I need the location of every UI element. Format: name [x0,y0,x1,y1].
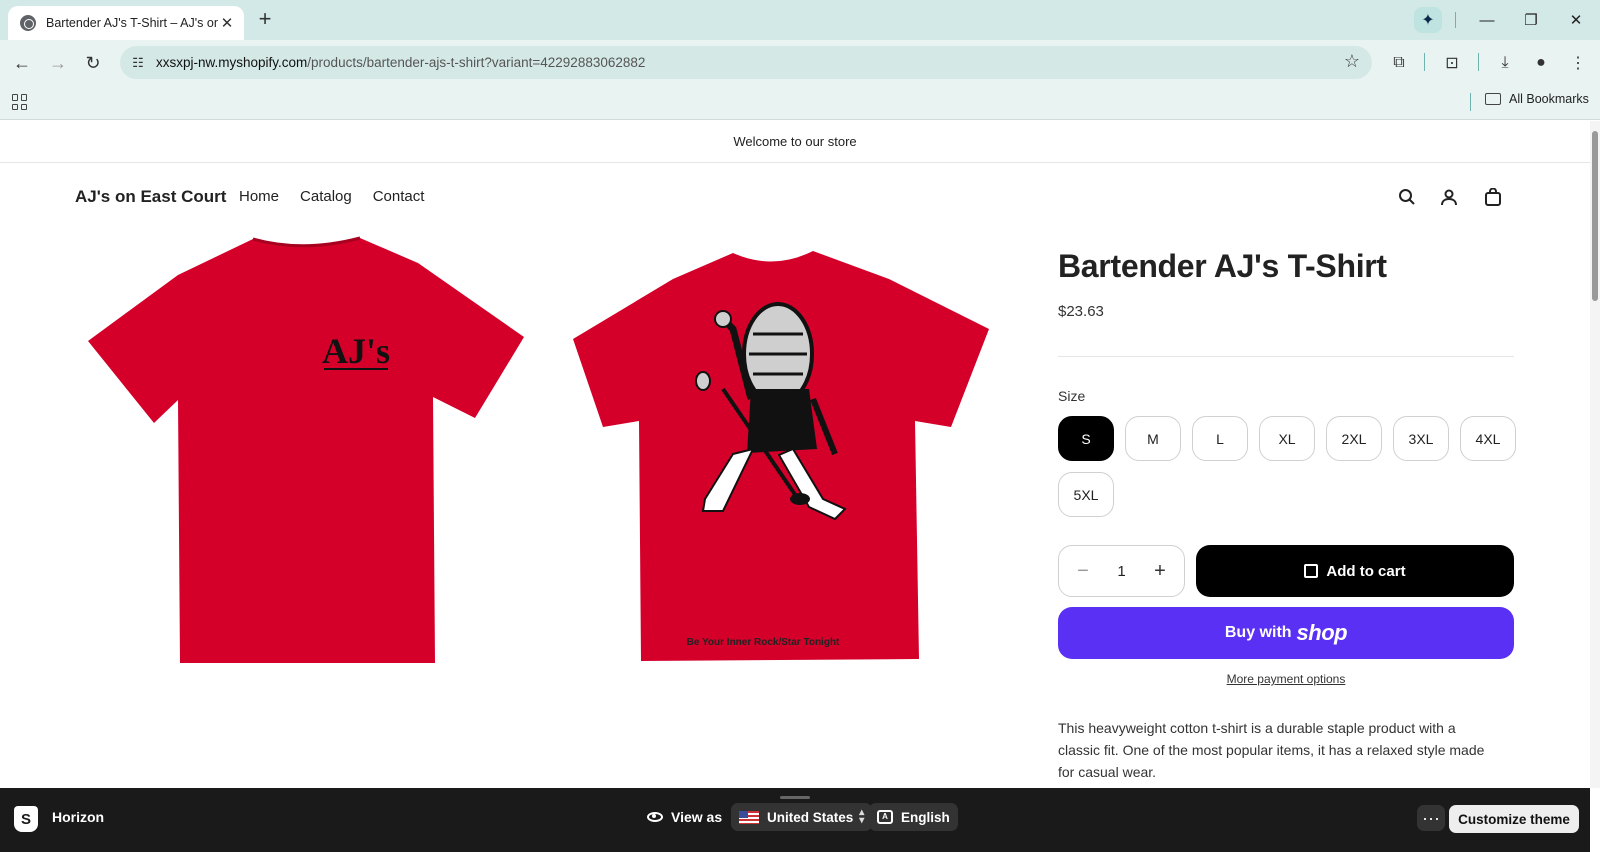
size-option-l[interactable]: L [1192,416,1248,461]
globe-icon [20,15,36,31]
divider [1455,12,1456,28]
search-icon[interactable] [1394,184,1420,210]
product-title: Bartender AJ's T-Shirt [1058,248,1387,284]
product-price: $23.63 [1058,303,1104,320]
language-label: English [901,809,950,825]
main-nav: Home Catalog Contact [239,188,424,205]
site-info-icon[interactable]: ☷ [126,51,150,75]
quantity-increase-button[interactable]: + [1150,560,1170,583]
more-payment-options-link[interactable]: More payment options [1058,672,1514,686]
drag-handle[interactable] [780,796,810,799]
buy-with-shop-button[interactable]: Buy with shop [1058,607,1514,659]
nav-catalog[interactable]: Catalog [300,188,352,205]
back-icon[interactable]: ← [10,51,34,75]
url-host: xxsxpj-nw.myshopify.com [156,55,308,70]
profile-avatar[interactable]: ● [1528,51,1554,75]
all-bookmarks-button[interactable]: All Bookmarks [1485,92,1589,106]
product-image-front[interactable]: AJ's [88,235,524,670]
restore-icon[interactable]: ❐ [1519,8,1543,32]
announcement-bar: Welcome to our store [0,121,1590,163]
bag-plus-icon [1304,564,1319,578]
view-as-label: View as [647,809,722,825]
product-image-back[interactable]: Be Your Inner Rock/Star Tonight [573,249,991,674]
size-label: Size [1058,388,1086,404]
cart-icon[interactable] [1480,184,1506,210]
size-option-3xl[interactable]: 3XL [1393,416,1449,461]
nav-contact[interactable]: Contact [373,188,425,205]
back-print-text: Be Your Inner Rock/Star Tonight [687,637,840,648]
more-payment-options-label: More payment options [1226,672,1346,686]
folder-icon [1485,93,1501,105]
reload-icon[interactable]: ↻ [81,51,105,75]
divider [1478,53,1479,71]
bookmarks-bar: All Bookmarks [0,86,1600,120]
tab-title: Bartender AJ's T-Shirt – AJ's on [46,16,218,30]
close-window-icon[interactable]: ✕ [1564,8,1588,32]
add-to-cart-label: Add to cart [1326,562,1406,580]
theme-name: Horizon [52,809,105,825]
country-label: United States [767,809,854,825]
view-as-text: View as [671,809,723,825]
shop-logo: shop [1296,620,1348,645]
browser-tab-active[interactable]: Bartender AJ's T-Shirt – AJ's on ✕ [8,6,244,40]
new-tab-button[interactable]: + [254,8,276,31]
apps-grid-icon[interactable] [12,94,28,110]
browser-toolbar: ← → ↻ ☷ xxsxpj-nw.myshopify.com/products… [0,40,1600,86]
more-options-button[interactable]: ··· [1417,805,1445,831]
all-bookmarks-label: All Bookmarks [1509,92,1589,106]
url-text[interactable]: xxsxpj-nw.myshopify.com/products/bartend… [156,55,645,70]
quantity-stepper: − 1 + [1058,545,1185,597]
buy-with-label: Buy with [1224,624,1292,641]
browser-tab-strip: Bartender AJ's T-Shirt – AJ's on ✕ + ✦ —… [0,0,1600,40]
size-option-xl[interactable]: XL [1259,416,1315,461]
customize-theme-label: Customize theme [1458,811,1570,827]
size-option-m[interactable]: M [1125,416,1181,461]
divider [1058,356,1514,357]
us-flag-icon [739,810,759,824]
menu-kebab-icon[interactable]: ⋮ [1565,51,1591,75]
store-brand[interactable]: AJ's on East Court [75,187,226,207]
url-path: /products/bartender-ajs-t-shirt?variant=… [307,55,646,70]
divider [1470,93,1471,111]
forward-icon[interactable]: → [46,51,70,75]
download-icon[interactable]: ⤓ [1492,51,1518,75]
chevron-updown-icon: ▴ ▾ [859,807,865,826]
size-option-4xl[interactable]: 4XL [1460,416,1516,461]
store-page: Welcome to our store AJ's on East Court … [0,121,1590,788]
gemini-icon[interactable]: ✦ [1414,7,1442,33]
quantity-value[interactable]: 1 [1117,563,1125,580]
divider [1424,53,1425,71]
bookmark-star-icon[interactable]: ☆ [1344,51,1360,72]
language-selector[interactable]: A English [869,803,958,831]
cast-search-icon[interactable]: ⊡ [1439,51,1465,75]
size-option-2xl[interactable]: 2XL [1326,416,1382,461]
announcement-text: Welcome to our store [733,134,857,149]
size-option-s[interactable]: S [1058,416,1114,461]
address-bar[interactable]: ☷ xxsxpj-nw.myshopify.com/products/barte… [120,46,1372,79]
size-option-5xl[interactable]: 5XL [1058,472,1114,517]
minimize-icon[interactable]: — [1475,8,1499,32]
front-print-text: AJ's [322,331,390,371]
scrollbar-thumb[interactable] [1592,131,1598,301]
close-tab-icon[interactable]: ✕ [218,14,236,32]
page-scrollbar[interactable] [1590,121,1600,788]
quantity-decrease-button[interactable]: − [1073,560,1093,583]
shopify-logo-icon: S [14,806,38,832]
add-to-cart-button[interactable]: Add to cart [1196,545,1514,597]
extensions-icon[interactable]: ⧉ [1386,51,1412,75]
shirt-front-shape [88,238,524,663]
translate-icon: A [877,810,893,824]
theme-preview-bar: S Horizon View as United States ▴ ▾ A Eng… [0,788,1590,852]
nav-home[interactable]: Home [239,188,279,205]
country-selector[interactable]: United States ▴ ▾ [731,803,873,831]
account-icon[interactable] [1436,184,1462,210]
customize-theme-button[interactable]: Customize theme [1449,805,1579,833]
eye-icon [647,812,663,822]
product-description: This heavyweight cotton t-shirt is a dur… [1058,720,1485,780]
